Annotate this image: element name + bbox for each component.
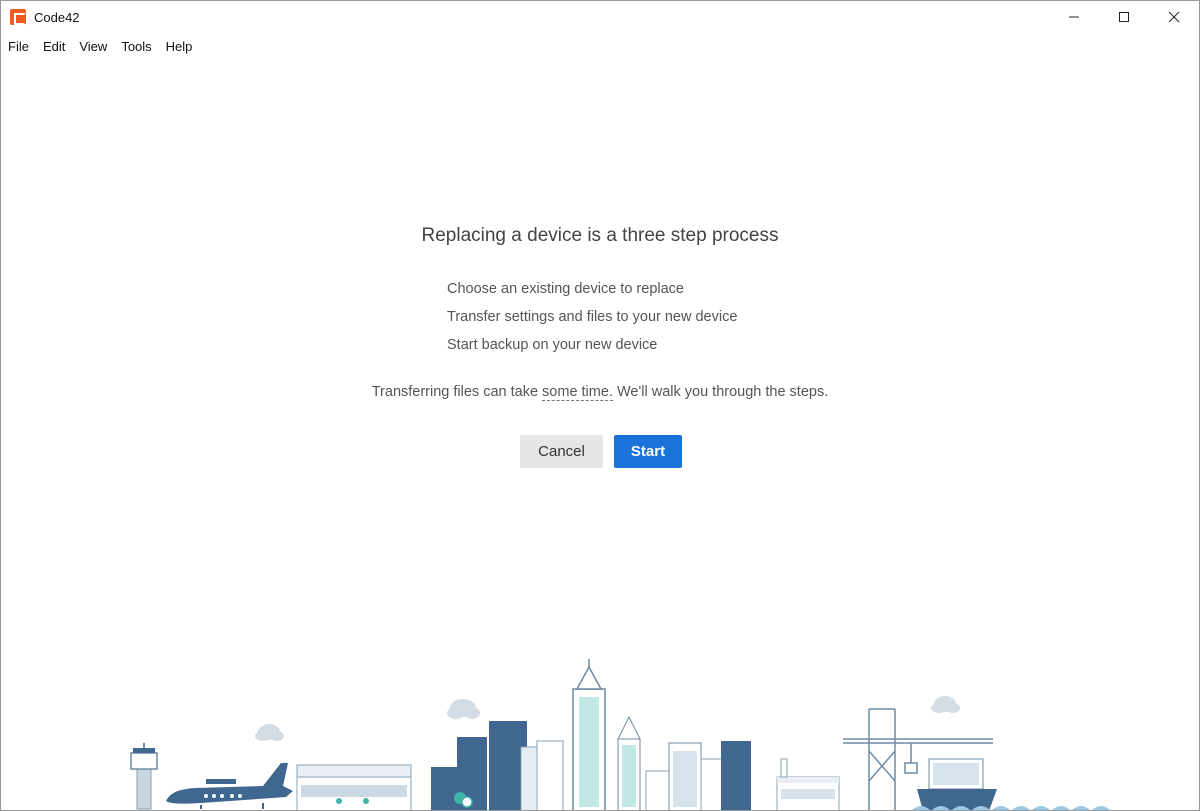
- maximize-button[interactable]: [1099, 1, 1149, 33]
- note-text-after: We'll walk you through the steps.: [612, 384, 829, 400]
- menu-tools[interactable]: Tools: [121, 39, 151, 54]
- note-text-before: Transferring files can take: [371, 384, 543, 400]
- menu-file[interactable]: File: [8, 39, 29, 54]
- steps-list: Choose an existing device to replace Tra…: [447, 279, 737, 363]
- minimize-button[interactable]: [1049, 1, 1099, 33]
- close-icon: [1168, 11, 1180, 23]
- menu-edit[interactable]: Edit: [43, 39, 65, 54]
- airplane: [166, 763, 293, 809]
- replace-device-panel: Replacing a device is a three step proce…: [1, 61, 1199, 661]
- step-item: Transfer settings and files to your new …: [447, 309, 738, 325]
- step-item: Choose an existing device to replace: [447, 281, 684, 297]
- menu-bar: File Edit View Tools Help: [1, 34, 206, 58]
- menu-view[interactable]: View: [79, 39, 107, 54]
- action-buttons: Cancel Start: [520, 435, 682, 468]
- close-button[interactable]: [1149, 1, 1199, 33]
- city-skyline-illustration: [130, 659, 1110, 810]
- app-window: Code42 File Edit View Tools Help Replaci…: [0, 0, 1200, 811]
- transfer-note: Transferring files can take some time. W…: [1, 384, 1199, 401]
- step-item: Start backup on your new device: [447, 337, 658, 353]
- control-tower: [130, 743, 158, 810]
- some-time-tooltip-link[interactable]: some time.: [542, 384, 613, 401]
- cancel-button[interactable]: Cancel: [520, 435, 603, 468]
- menu-help[interactable]: Help: [166, 39, 193, 54]
- factory-building: [776, 758, 840, 810]
- page-title: Replacing a device is a three step proce…: [421, 225, 779, 246]
- minimize-icon: [1069, 16, 1079, 18]
- code42-logo-icon: [10, 9, 26, 25]
- title-bar: Code42: [1, 1, 1199, 33]
- downtown-buildings: [431, 659, 751, 810]
- window-title: Code42: [34, 9, 80, 25]
- cloud-icon: [255, 696, 960, 741]
- start-button[interactable]: Start: [614, 435, 682, 468]
- maximize-icon: [1119, 12, 1129, 22]
- cargo-ship: [917, 758, 997, 810]
- terminal-building: [296, 764, 412, 810]
- window-controls: [1049, 1, 1199, 33]
- water-waves: [912, 806, 1110, 810]
